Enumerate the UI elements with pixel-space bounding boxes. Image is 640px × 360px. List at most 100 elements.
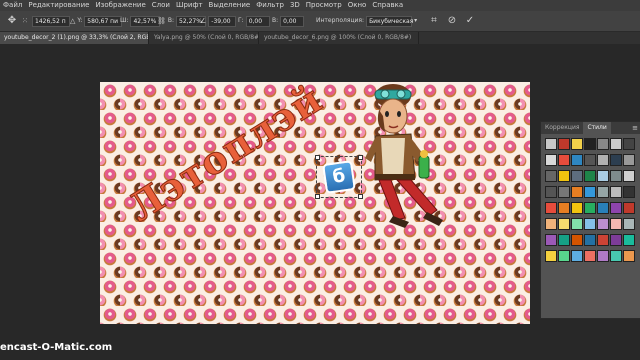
x-field[interactable]: 1426,52 п bbox=[32, 15, 70, 27]
style-swatch[interactable] bbox=[545, 170, 557, 182]
style-swatch[interactable] bbox=[545, 138, 557, 150]
document-tabs: youtube_decor_2 (1).png @ 33,3% (Слой 2,… bbox=[0, 32, 640, 44]
menu-item-10[interactable]: Справка bbox=[369, 0, 406, 11]
style-swatch[interactable] bbox=[571, 154, 583, 166]
width-field[interactable]: 42,57% bbox=[130, 15, 161, 27]
style-swatch[interactable] bbox=[545, 218, 557, 230]
style-swatch[interactable] bbox=[571, 250, 583, 262]
style-swatch[interactable] bbox=[571, 138, 583, 150]
style-swatch[interactable] bbox=[610, 138, 622, 150]
style-swatch[interactable] bbox=[597, 202, 609, 214]
style-swatch[interactable] bbox=[610, 202, 622, 214]
hskew-label: Г: bbox=[238, 17, 244, 24]
style-swatch[interactable] bbox=[584, 154, 596, 166]
commit-transform-icon[interactable]: ✓ bbox=[464, 15, 476, 27]
panel-tabs: Коррекция Стили ≡ bbox=[541, 122, 640, 134]
style-swatch[interactable] bbox=[597, 218, 609, 230]
cancel-transform-icon[interactable]: ⊘ bbox=[446, 15, 458, 27]
interpolation-select[interactable]: Бикубическая bbox=[366, 15, 413, 27]
style-swatch[interactable] bbox=[610, 234, 622, 246]
menu-item-5[interactable]: Выделение bbox=[206, 0, 254, 11]
menu-item-0[interactable]: Файл bbox=[0, 0, 25, 11]
angle-icon: ∠ bbox=[200, 17, 207, 25]
style-swatch[interactable] bbox=[584, 234, 596, 246]
style-swatch[interactable] bbox=[610, 154, 622, 166]
menu-item-7[interactable]: 3D bbox=[287, 0, 303, 11]
style-swatch[interactable] bbox=[545, 202, 557, 214]
relative-position-icon[interactable]: △ bbox=[70, 11, 75, 31]
style-swatch[interactable] bbox=[623, 218, 635, 230]
y-field[interactable]: 580,67 пи bbox=[84, 15, 123, 27]
style-swatch[interactable] bbox=[558, 138, 570, 150]
tab-youtube-decor-6[interactable]: youtube_decor_6.png @ 100% (Слой 0, RGB/… bbox=[260, 32, 419, 44]
chevron-down-icon[interactable]: ▾ bbox=[414, 11, 417, 31]
style-swatch[interactable] bbox=[558, 186, 570, 198]
menu-item-9[interactable]: Окно bbox=[345, 0, 370, 11]
style-swatch[interactable] bbox=[623, 250, 635, 262]
style-swatch[interactable] bbox=[610, 170, 622, 182]
style-swatch[interactable] bbox=[558, 202, 570, 214]
warp-mode-icon[interactable]: ⌗ bbox=[428, 15, 440, 27]
styles-panel: Коррекция Стили ≡ bbox=[540, 121, 640, 319]
move-tool-icon[interactable]: ✥ bbox=[6, 15, 18, 27]
canvas-title-text[interactable]: Лэтоплэй bbox=[120, 82, 331, 231]
menu-item-6[interactable]: Фильтр bbox=[253, 0, 287, 11]
style-swatch[interactable] bbox=[558, 218, 570, 230]
style-swatch[interactable] bbox=[597, 170, 609, 182]
vskew-label: В: bbox=[272, 17, 279, 24]
style-swatch[interactable] bbox=[597, 154, 609, 166]
reference-point-grid[interactable]: ⁙ bbox=[22, 11, 28, 31]
style-swatch[interactable] bbox=[597, 186, 609, 198]
style-swatch[interactable] bbox=[584, 138, 596, 150]
style-swatch[interactable] bbox=[545, 154, 557, 166]
style-swatch[interactable] bbox=[584, 186, 596, 198]
style-swatch[interactable] bbox=[571, 202, 583, 214]
style-swatch[interactable] bbox=[558, 234, 570, 246]
style-swatch[interactable] bbox=[558, 154, 570, 166]
style-swatch[interactable] bbox=[584, 170, 596, 182]
menu-item-4[interactable]: Шрифт bbox=[173, 0, 206, 11]
vskew-field[interactable]: 0,00 bbox=[280, 15, 305, 27]
style-swatch[interactable] bbox=[584, 250, 596, 262]
style-swatch[interactable] bbox=[610, 218, 622, 230]
style-swatch[interactable] bbox=[623, 202, 635, 214]
style-swatch[interactable] bbox=[584, 202, 596, 214]
style-swatch[interactable] bbox=[610, 250, 622, 262]
style-swatch[interactable] bbox=[584, 218, 596, 230]
menu-item-2[interactable]: Изображение bbox=[92, 0, 148, 11]
style-swatch[interactable] bbox=[597, 138, 609, 150]
style-swatch[interactable] bbox=[558, 250, 570, 262]
tab-styles[interactable]: Стили bbox=[583, 122, 611, 134]
tab-corrections[interactable]: Коррекция bbox=[541, 122, 583, 134]
style-swatch[interactable] bbox=[571, 186, 583, 198]
style-swatch[interactable] bbox=[610, 186, 622, 198]
recorder-watermark: encast-O-Matic.com bbox=[0, 342, 113, 353]
panel-menu-icon[interactable]: ≡ bbox=[632, 122, 638, 134]
menu-item-8[interactable]: Просмотр bbox=[303, 0, 345, 11]
style-swatch[interactable] bbox=[571, 170, 583, 182]
tab-youtube-decor-2[interactable]: youtube_decor_2 (1).png @ 33,3% (Слой 2,… bbox=[0, 32, 149, 44]
style-swatch[interactable] bbox=[623, 186, 635, 198]
tab-yalya[interactable]: Yalya.png @ 50% (Слой 0, RGB/8#) bbox=[150, 32, 259, 44]
style-swatch[interactable] bbox=[623, 154, 635, 166]
style-swatch[interactable] bbox=[558, 170, 570, 182]
style-swatch[interactable] bbox=[571, 234, 583, 246]
interpolation-label: Интерполяция: bbox=[316, 17, 365, 24]
angle-field[interactable]: -39,00 bbox=[208, 15, 237, 27]
style-swatch[interactable] bbox=[571, 218, 583, 230]
style-swatch[interactable] bbox=[545, 186, 557, 198]
style-swatch[interactable] bbox=[623, 234, 635, 246]
reference-point-icon: ⁙ bbox=[22, 17, 28, 25]
link-icon[interactable]: ⛓ bbox=[157, 11, 166, 31]
style-swatch[interactable] bbox=[597, 250, 609, 262]
style-swatch[interactable] bbox=[545, 234, 557, 246]
document-canvas[interactable]: б Лэтоплэй bbox=[100, 82, 530, 324]
style-swatch[interactable] bbox=[623, 138, 635, 150]
menu-item-1[interactable]: Редактирование bbox=[25, 0, 92, 11]
style-swatch[interactable] bbox=[597, 234, 609, 246]
hskew-field[interactable]: 0,00 bbox=[245, 15, 270, 27]
style-swatch[interactable] bbox=[545, 250, 557, 262]
menu-item-3[interactable]: Слои bbox=[149, 0, 173, 11]
style-swatch[interactable] bbox=[623, 170, 635, 182]
vk-logo-layer[interactable]: б bbox=[322, 160, 356, 194]
